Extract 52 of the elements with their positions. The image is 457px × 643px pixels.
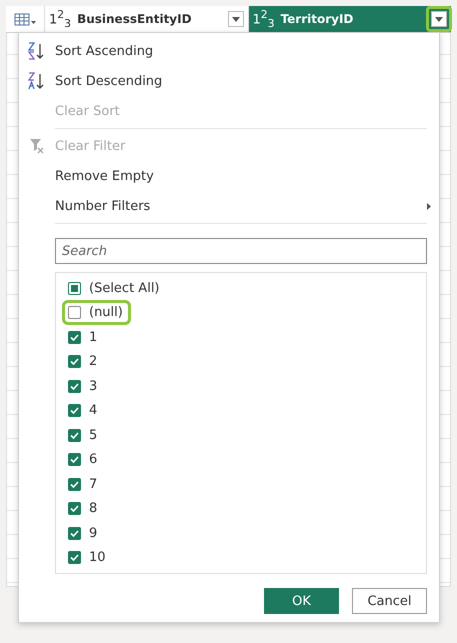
menu-item[interactable]: Remove Empty — [19, 161, 439, 191]
value-item[interactable]: 1 — [68, 328, 102, 346]
sort-ascending-icon — [28, 42, 46, 60]
menu-item[interactable]: Sort Descending — [19, 66, 439, 96]
caret-icon — [232, 16, 240, 22]
checkmark-icon — [70, 456, 79, 464]
checkmark-icon — [70, 382, 79, 390]
checkbox[interactable] — [68, 355, 81, 368]
value-item[interactable]: 6 — [68, 451, 102, 468]
checkbox[interactable] — [68, 551, 81, 564]
value-item[interactable]: 4 — [68, 402, 102, 420]
caret-icon — [435, 16, 443, 22]
checkmark-icon — [70, 530, 79, 537]
ok-button[interactable]: OK — [264, 588, 339, 614]
clear-filter-icon — [29, 138, 45, 154]
checkmark-icon — [70, 480, 79, 488]
value-item[interactable]: 9 — [68, 524, 102, 542]
value-item[interactable]: 5 — [68, 426, 102, 444]
checkmark-icon — [70, 358, 79, 366]
checkbox[interactable] — [68, 404, 81, 418]
checkbox[interactable] — [68, 478, 81, 491]
checkmark-icon — [70, 554, 79, 562]
search-field[interactable]: Search — [55, 238, 427, 264]
dropdown-button[interactable] — [431, 11, 447, 27]
column-title: TerritoryID — [280, 12, 354, 26]
value-item[interactable]: (Select All) — [68, 280, 164, 297]
checkbox[interactable] — [68, 526, 81, 540]
column-title: BusinessEntityID — [77, 12, 193, 26]
value-item[interactable]: 3 — [68, 378, 102, 395]
value-item[interactable]: 2 — [68, 353, 102, 370]
table-icon[interactable] — [14, 12, 36, 26]
checkmark-icon — [70, 334, 79, 341]
submenu-arrow-icon — [427, 202, 431, 210]
checkmark-icon — [70, 407, 79, 414]
checkmark-icon — [70, 505, 79, 512]
dropdown-button[interactable] — [228, 11, 244, 27]
value-item[interactable]: 7 — [68, 476, 102, 493]
checkbox[interactable] — [68, 330, 81, 344]
checkbox[interactable] — [68, 380, 81, 393]
menu-item[interactable]: Number Filters — [19, 191, 439, 221]
value-item[interactable]: 10 — [68, 549, 110, 566]
value-item[interactable]: (null) — [66, 304, 127, 322]
sort-descending-icon — [28, 72, 46, 90]
menu-item[interactable]: Sort Ascending — [19, 36, 439, 66]
checkbox[interactable] — [68, 282, 81, 295]
checkbox[interactable] — [68, 502, 81, 516]
checkbox[interactable] — [68, 453, 81, 466]
checkbox[interactable] — [68, 306, 81, 320]
value-item[interactable]: 8 — [68, 500, 102, 518]
cancel-button[interactable]: Cancel — [352, 588, 427, 614]
checkmark-icon — [70, 432, 79, 439]
checkbox[interactable] — [68, 428, 81, 442]
